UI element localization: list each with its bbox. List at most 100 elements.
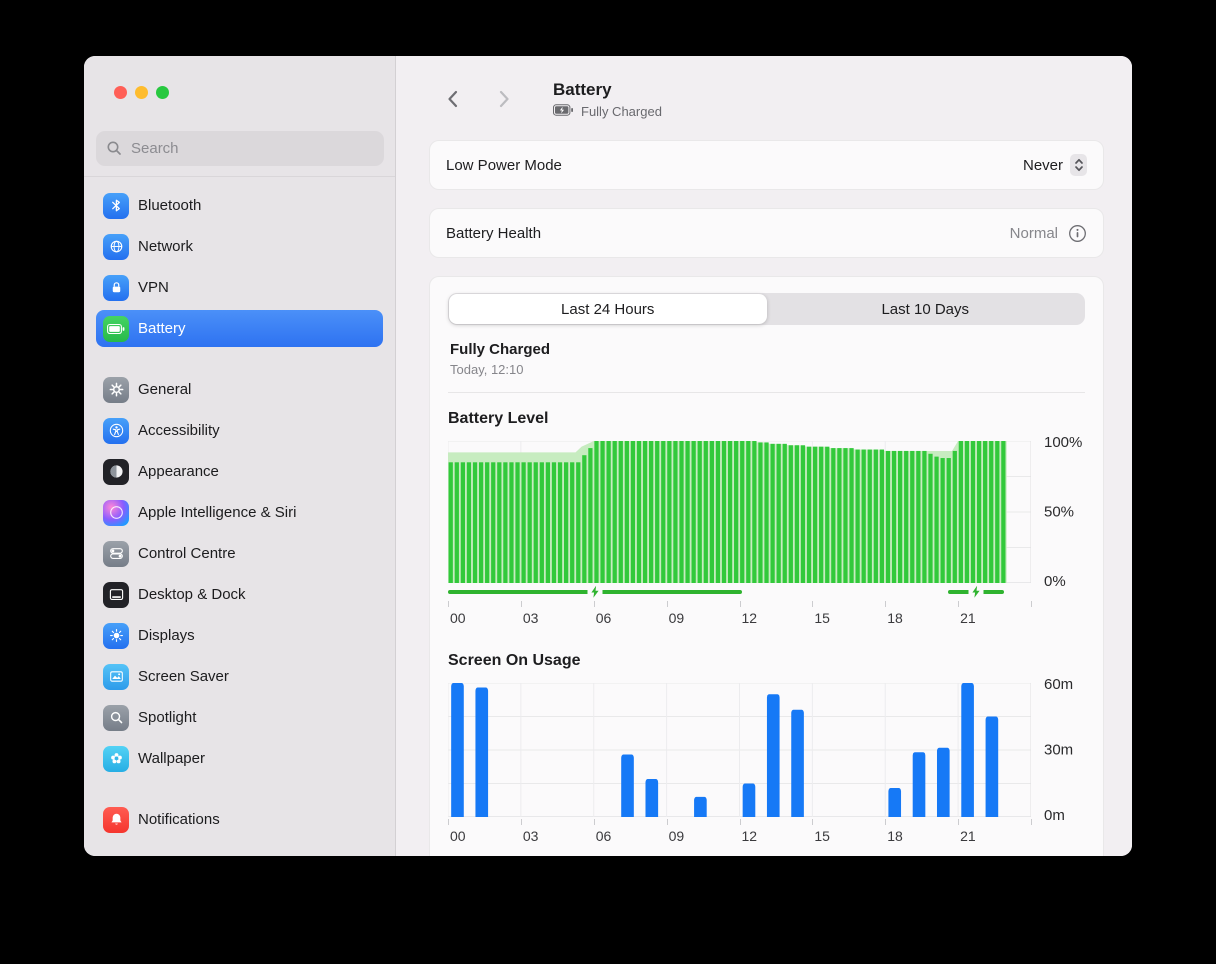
x-axis-label: 12 <box>742 610 758 626</box>
x-axis-label: 06 <box>596 610 612 626</box>
x-axis-label: 21 <box>960 828 976 844</box>
info-icon[interactable] <box>1068 224 1087 243</box>
sidebar-item-desktop-dock[interactable]: Desktop & Dock <box>96 576 383 613</box>
x-axis-label: 15 <box>814 610 830 626</box>
x-axis-label: 21 <box>960 610 976 626</box>
battery-level-chart <box>448 441 1031 583</box>
charge-status-time: Today, 12:10 <box>450 362 1083 377</box>
low-power-mode-value: Never <box>1023 157 1063 174</box>
sidebar-item-apple-intelligence-siri[interactable]: Apple Intelligence & Siri <box>96 494 383 531</box>
sidebar-item-label: Appearance <box>138 463 219 480</box>
battery-usage-card: Last 24 Hours Last 10 Days Fully Charged… <box>429 276 1104 856</box>
page-header: Battery Fully Charged <box>396 56 1132 130</box>
x-axis-label: 09 <box>669 610 685 626</box>
sidebar-item-label: Displays <box>138 627 195 644</box>
x-axis-label: 09 <box>669 828 685 844</box>
network-globe-icon <box>103 234 129 260</box>
screen-on-usage-section: Screen On Usage 60m 30m 0m 0003060912151… <box>448 652 1085 846</box>
x-axis-label: 12 <box>742 828 758 844</box>
sidebar-item-label: Spotlight <box>138 709 196 726</box>
battery-health-label: Battery Health <box>446 225 541 242</box>
charging-indicator-strip <box>448 586 1031 599</box>
battery-status-icon <box>553 104 574 118</box>
sidebar-item-battery[interactable]: Battery <box>96 310 383 347</box>
divider <box>448 392 1085 393</box>
sidebar-item-accessibility[interactable]: Accessibility <box>96 412 383 449</box>
title-block: Battery Fully Charged <box>553 80 662 118</box>
sidebar-search <box>96 131 384 166</box>
system-settings-window: Bluetooth Network VPN Battery General <box>84 56 1132 856</box>
charging-bolt-icon <box>969 586 984 599</box>
toggles-icon <box>103 541 129 567</box>
zoom-button[interactable] <box>156 86 169 99</box>
low-power-mode-label: Low Power Mode <box>446 157 562 174</box>
battery-health-row: Battery Health Normal <box>429 208 1104 258</box>
screen-on-usage-heading: Screen On Usage <box>448 652 1085 670</box>
sidebar-item-appearance[interactable]: Appearance <box>96 453 383 490</box>
sidebar-item-displays[interactable]: Displays <box>96 617 383 654</box>
sidebar-item-label: Control Centre <box>138 545 236 562</box>
tab-last-24-hours[interactable]: Last 24 Hours <box>449 294 767 324</box>
search-input[interactable] <box>96 131 384 166</box>
sidebar-item-label: VPN <box>138 279 169 296</box>
sidebar-item-label: Screen Saver <box>138 668 229 685</box>
y-axis-label: 0m <box>1044 807 1065 824</box>
sidebar-item-label: General <box>138 381 191 398</box>
battery-level-x-axis: 0003060912151821 <box>448 601 1031 628</box>
sidebar-item-general[interactable]: General <box>96 371 383 408</box>
sidebar-group-spacer <box>96 781 383 801</box>
screen-on-usage-chart <box>448 683 1031 817</box>
sidebar-item-wallpaper[interactable]: Wallpaper <box>96 740 383 777</box>
x-axis-label: 00 <box>450 828 466 844</box>
time-range-segmented-control: Last 24 Hours Last 10 Days <box>448 293 1085 325</box>
back-button[interactable] <box>441 86 463 112</box>
y-axis-label: 50% <box>1044 504 1074 521</box>
sidebar-item-spotlight[interactable]: Spotlight <box>96 699 383 736</box>
gear-icon <box>103 377 129 403</box>
sidebar-nav: Bluetooth Network VPN Battery General <box>84 176 395 856</box>
minimize-button[interactable] <box>135 86 148 99</box>
page-status: Fully Charged <box>553 104 662 118</box>
x-axis-label: 03 <box>523 828 539 844</box>
forward-button[interactable] <box>493 86 515 112</box>
x-axis-label: 00 <box>450 610 466 626</box>
sidebar-item-vpn[interactable]: VPN <box>96 269 383 306</box>
x-axis-label: 18 <box>887 610 903 626</box>
charge-status-block: Fully Charged Today, 12:10 <box>450 341 1083 377</box>
sidebar-group-spacer <box>96 351 383 371</box>
close-button[interactable] <box>114 86 127 99</box>
search-icon <box>106 140 123 157</box>
low-power-mode-popup[interactable]: Never <box>1023 154 1087 176</box>
bluetooth-icon <box>103 193 129 219</box>
sidebar-item-network[interactable]: Network <box>96 228 383 265</box>
battery-level-heading: Battery Level <box>448 410 1085 428</box>
sidebar-item-label: Desktop & Dock <box>138 586 246 603</box>
y-axis-label: 30m <box>1044 742 1073 759</box>
sidebar-item-label: Battery <box>138 320 186 337</box>
page-status-text: Fully Charged <box>581 105 662 118</box>
appearance-icon <box>103 459 129 485</box>
sidebar-item-label: Bluetooth <box>138 197 201 214</box>
x-axis-label: 18 <box>887 828 903 844</box>
battery-level-y-axis: 100% 50% 0% <box>1031 441 1085 583</box>
x-axis-label: 15 <box>814 828 830 844</box>
sidebar: Bluetooth Network VPN Battery General <box>84 56 396 856</box>
main-pane: Battery Fully Charged Low Power Mode Nev… <box>396 56 1132 856</box>
desktop-dock-icon <box>103 582 129 608</box>
sidebar-item-label: Accessibility <box>138 422 220 439</box>
battery-health-value: Normal <box>1010 225 1058 242</box>
sidebar-item-control-centre[interactable]: Control Centre <box>96 535 383 572</box>
popup-chevrons-icon <box>1070 154 1087 176</box>
charging-bolt-icon <box>587 586 602 599</box>
tab-last-10-days[interactable]: Last 10 Days <box>767 294 1085 324</box>
sidebar-item-notifications[interactable]: Notifications <box>96 801 383 838</box>
battery-icon <box>103 316 129 342</box>
charge-status-title: Fully Charged <box>450 341 1083 358</box>
screen-on-usage-x-axis: 0003060912151821 <box>448 819 1031 846</box>
page-title: Battery <box>553 80 662 100</box>
settings-content: Low Power Mode Never Battery Health Norm… <box>396 130 1132 856</box>
sidebar-item-label: Network <box>138 238 193 255</box>
magnifier-icon <box>103 705 129 731</box>
sidebar-item-screen-saver[interactable]: Screen Saver <box>96 658 383 695</box>
sidebar-item-bluetooth[interactable]: Bluetooth <box>96 187 383 224</box>
